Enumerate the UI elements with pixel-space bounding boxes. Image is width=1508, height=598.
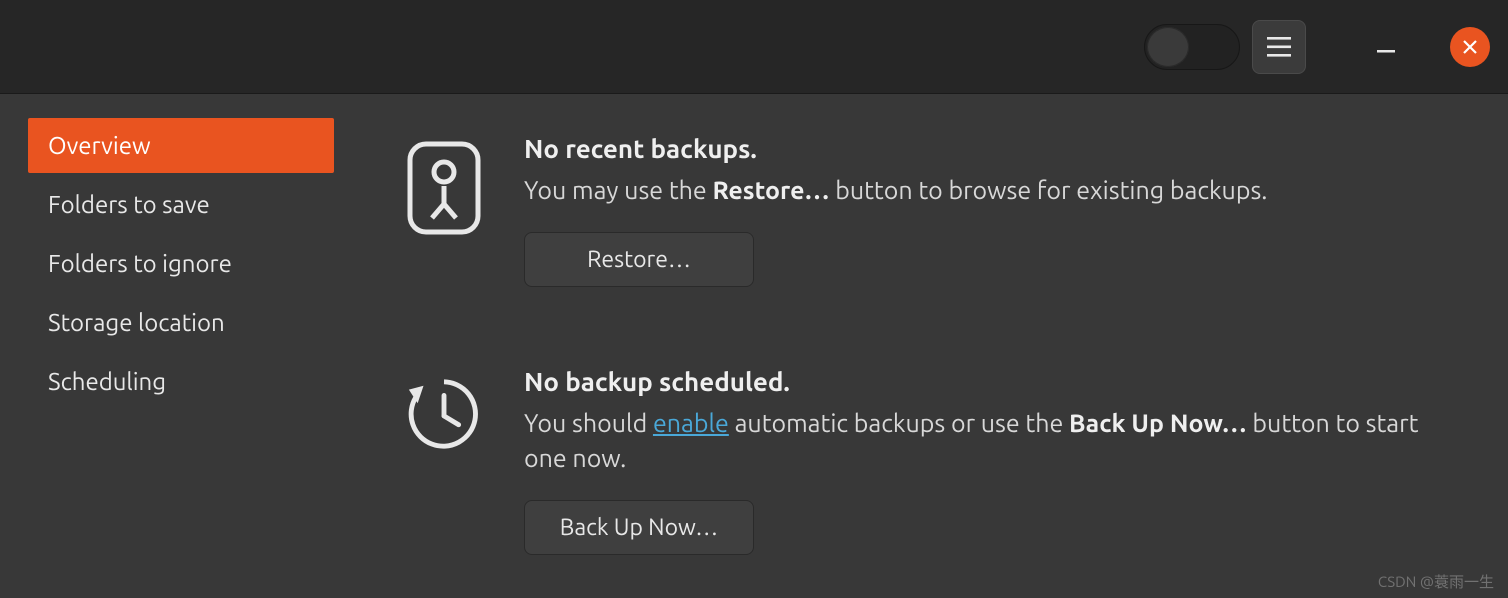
restore-heading: No recent backups. [524,134,1458,163]
text-bold: Restore… [712,176,829,204]
titlebar [0,0,1508,94]
text: You may use the [524,176,712,204]
sidebar-item-storage-location[interactable]: Storage location [28,295,334,350]
text: You should [524,409,653,437]
sidebar-item-label: Folders to save [48,191,210,218]
sidebar-item-scheduling[interactable]: Scheduling [28,354,334,409]
minimize-button[interactable] [1366,27,1406,67]
content-area: Overview Folders to save Folders to igno… [0,94,1508,598]
schedule-section: No backup scheduled. You should enable a… [404,367,1458,555]
sidebar: Overview Folders to save Folders to igno… [0,94,334,598]
hamburger-menu-button[interactable] [1252,20,1306,74]
sidebar-item-label: Scheduling [48,368,166,395]
button-label: Back Up Now… [560,515,718,540]
schedule-description: You should enable automatic backups or u… [524,406,1458,476]
sidebar-item-label: Folders to ignore [48,250,232,277]
restore-section: No recent backups. You may use the Resto… [404,134,1458,287]
text: button to browse for existing backups. [829,176,1267,204]
enable-link[interactable]: enable [653,409,729,437]
text: automatic backups or use the [729,409,1069,437]
minimize-icon [1377,38,1395,56]
hamburger-icon [1267,37,1291,57]
toggle-knob [1147,27,1189,67]
sidebar-item-label: Overview [48,132,151,159]
button-label: Restore… [587,247,691,272]
history-clock-icon [404,367,484,455]
close-icon [1462,39,1478,55]
back-up-now-button[interactable]: Back Up Now… [524,500,754,555]
sidebar-item-label: Storage location [48,309,225,336]
sidebar-item-folders-to-save[interactable]: Folders to save [28,177,334,232]
sidebar-item-folders-to-ignore[interactable]: Folders to ignore [28,236,334,291]
schedule-heading: No backup scheduled. [524,367,1458,396]
close-button[interactable] [1450,27,1490,67]
backups-icon [404,134,484,236]
restore-button[interactable]: Restore… [524,232,754,287]
text-bold: Back Up Now… [1069,409,1247,437]
restore-description: You may use the Restore… button to brows… [524,173,1458,208]
auto-backup-toggle[interactable] [1144,24,1240,70]
main-panel: No recent backups. You may use the Resto… [334,94,1508,598]
sidebar-item-overview[interactable]: Overview [28,118,334,173]
